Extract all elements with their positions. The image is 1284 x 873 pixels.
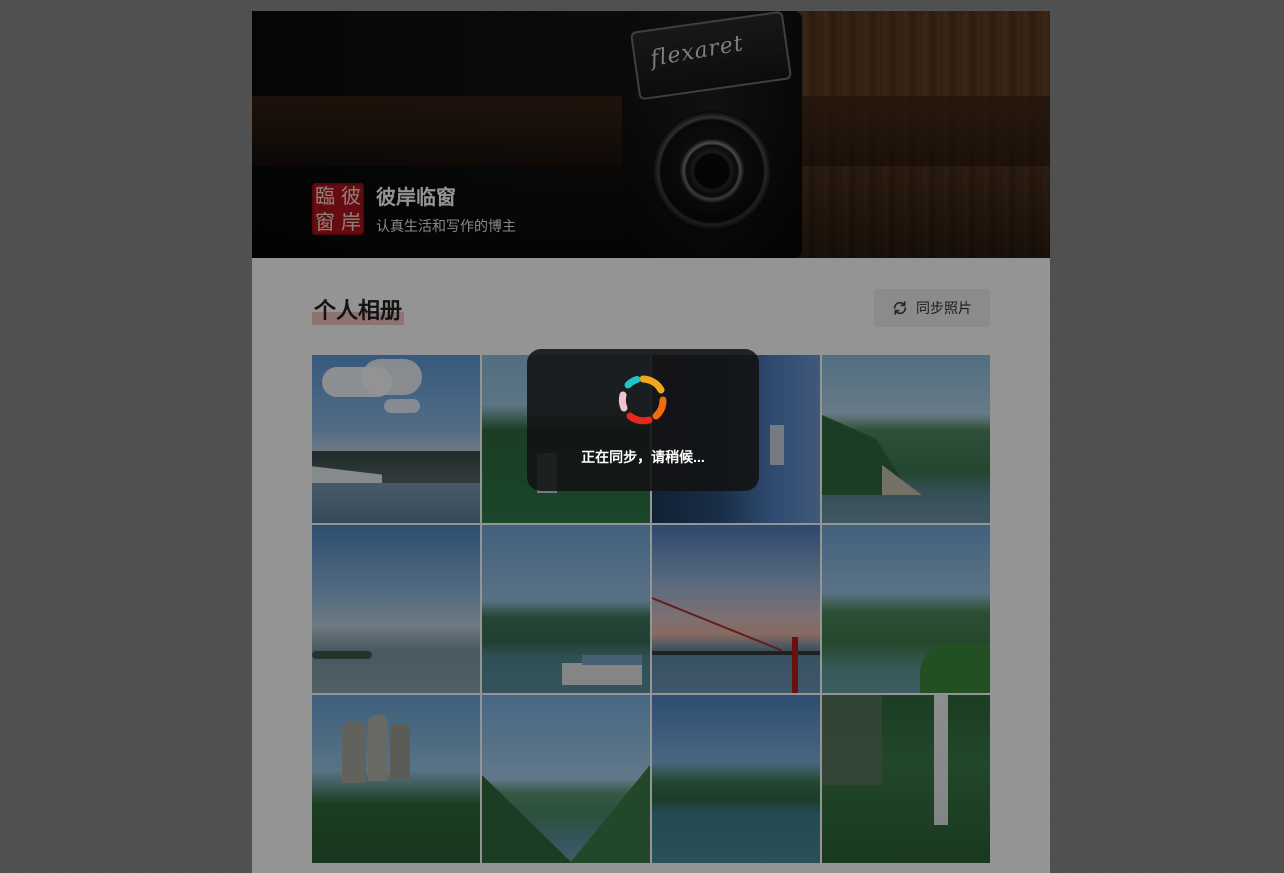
sync-status-message: 正在同步，请稍候... xyxy=(581,449,705,465)
loading-spinner-icon xyxy=(618,375,667,425)
sync-loading-toast: 正在同步，请稍候... xyxy=(527,349,759,491)
